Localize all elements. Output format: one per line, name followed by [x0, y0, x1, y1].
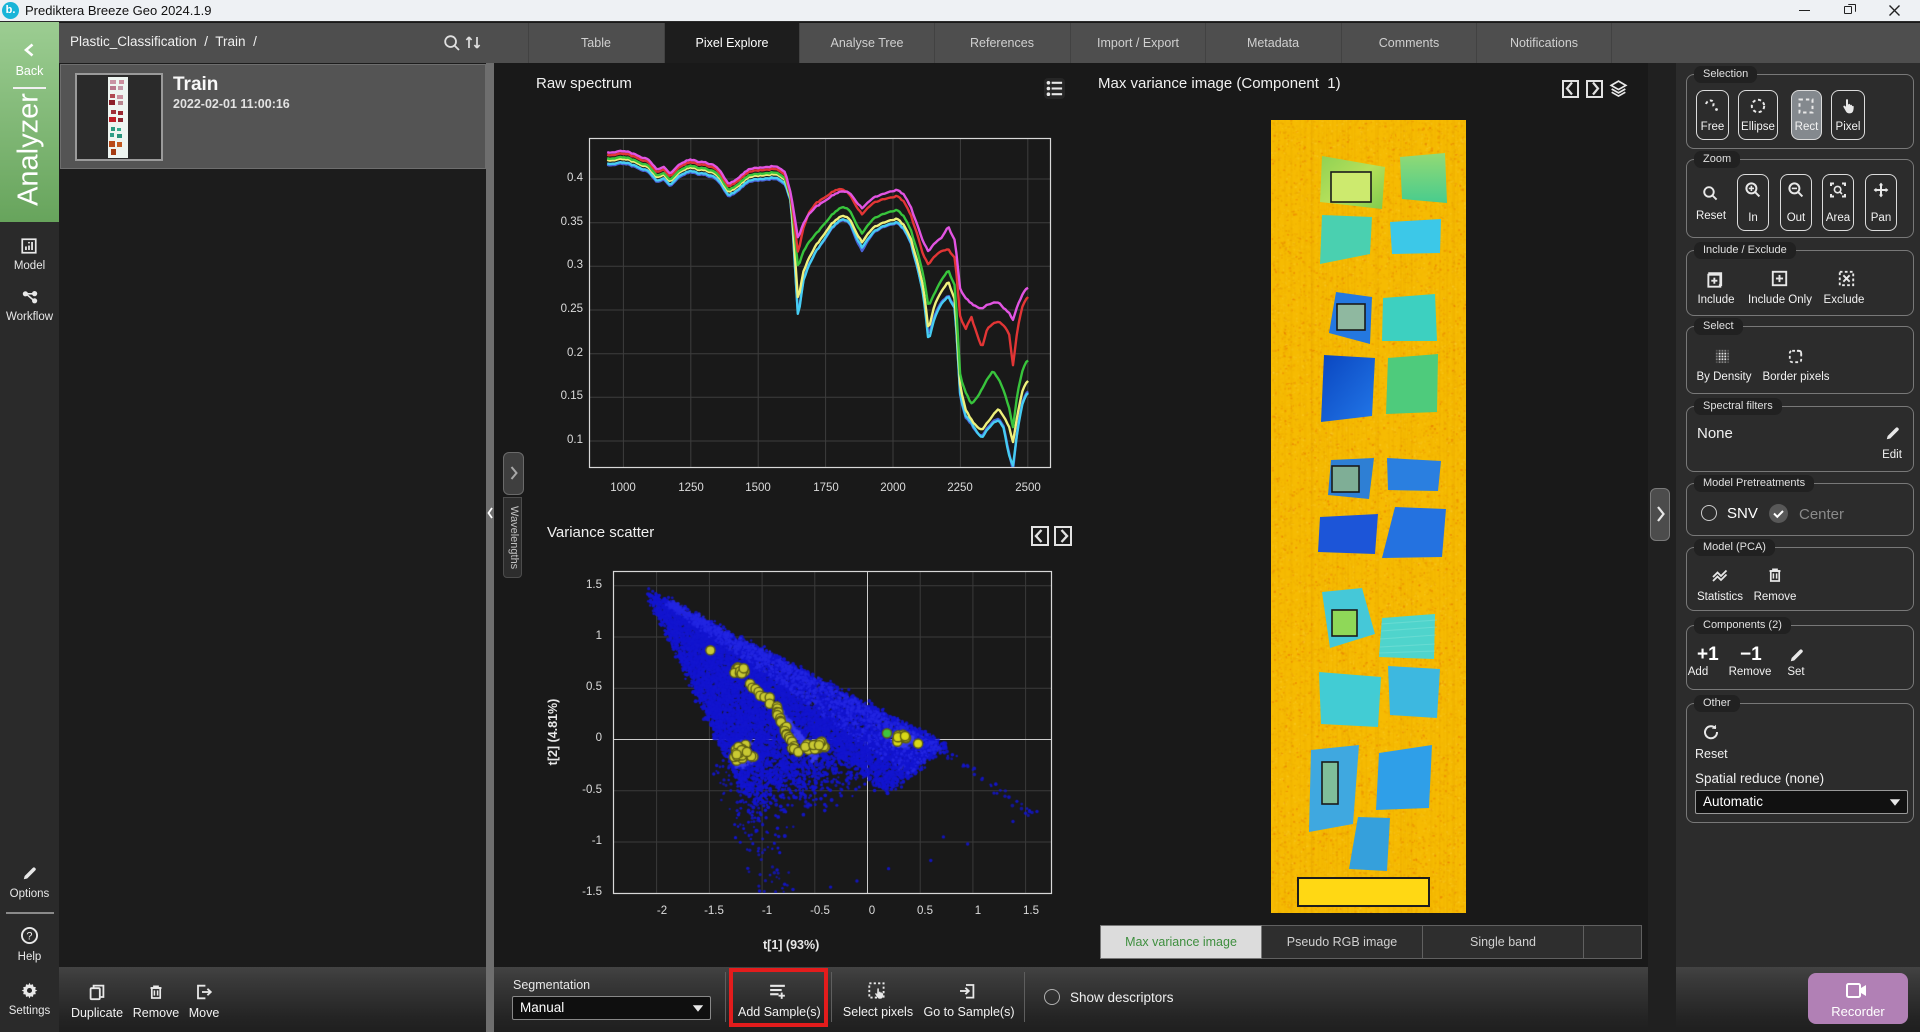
svg-text:?: ?	[26, 930, 32, 942]
